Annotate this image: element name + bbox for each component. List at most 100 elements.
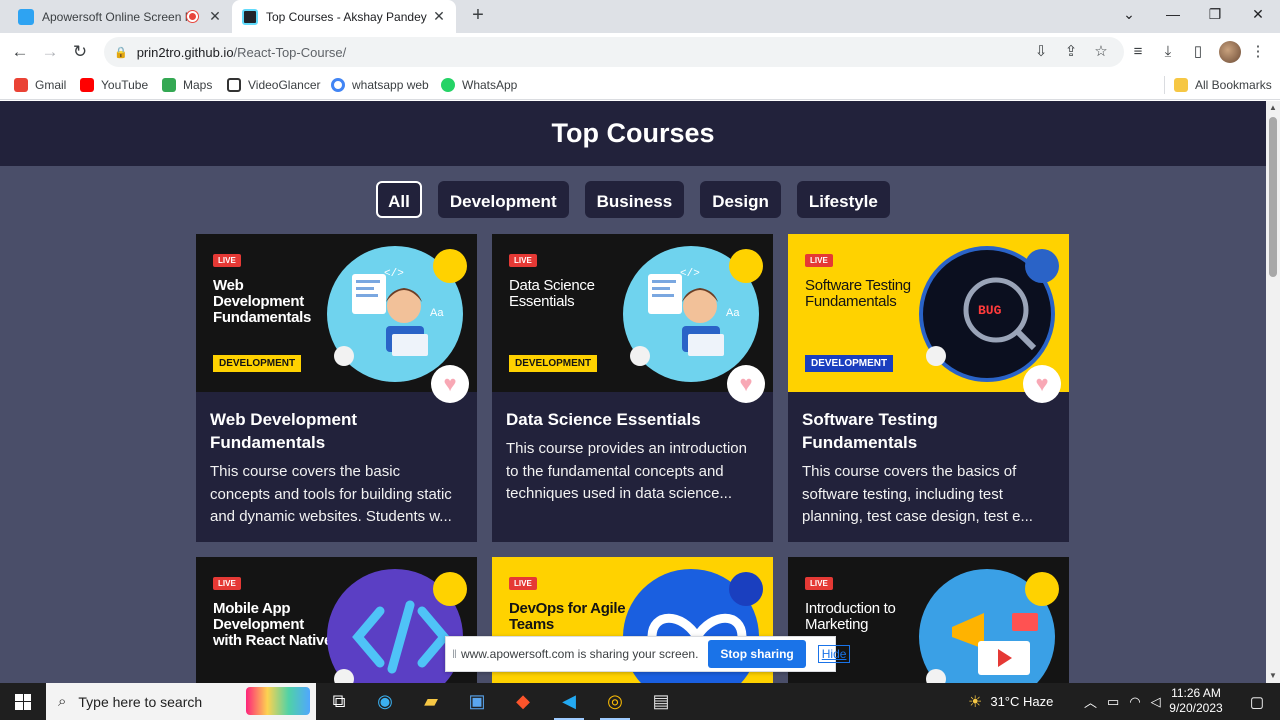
scroll-thumb[interactable] [1269,117,1277,277]
lock-icon[interactable]: 🔒 [114,46,128,59]
thumbnail-title: Web Development Fundamentals [213,277,312,326]
filter-lifestyle[interactable]: Lifestyle [796,181,890,218]
like-heart-icon[interactable]: ♥ [727,365,765,403]
course-description: This course covers the basic concepts an… [210,463,452,525]
weather-text: 31°C Haze [990,694,1054,709]
task-view-icon[interactable]: ⧉ [316,683,362,720]
like-heart-icon[interactable]: ♥ [431,365,469,403]
tab-title: Top Courses - Akshay Pandey [266,9,427,24]
scroll-down-arrow-icon[interactable]: ▼ [1266,669,1280,683]
like-heart-icon[interactable]: ♥ [1023,365,1061,403]
filter-design[interactable]: Design [700,181,781,218]
filter-business[interactable]: Business [584,181,685,218]
brave-icon[interactable]: ◆ [500,683,546,720]
bookmark-label: All Bookmarks [1195,78,1272,92]
notifications-icon[interactable]: ▢ [1234,683,1280,720]
search-highlight-decoration [246,687,310,715]
scroll-up-arrow-icon[interactable]: ▲ [1266,101,1280,115]
chrome-icon[interactable]: ◎ [592,683,638,720]
vscode-icon[interactable]: ◀ [546,683,592,720]
share-icon[interactable]: ⇪ [1060,41,1082,63]
profile-avatar[interactable] [1219,41,1241,63]
course-card[interactable]: LIVE Software Testing Fundamentals DEVEL… [788,234,1069,542]
youtube-icon [80,78,94,92]
videoglancer-icon [227,78,241,92]
address-bar[interactable]: 🔒 prin2tro.github.io/React-Top-Course/ [104,37,1124,67]
tab-title: Apowersoft Online Screen Re [42,9,187,24]
new-tab-button[interactable]: + [466,4,490,27]
course-description: This course covers the basics of softwar… [802,463,1033,525]
course-thumbnail: LIVE Data Science Essentials DEVELOPMENT… [492,234,773,403]
tab-apowersoft[interactable]: Apowersoft Online Screen Re ✕ [8,0,232,33]
taskbar-clock[interactable]: 11:26 AM 9/20/2023 [1160,686,1232,716]
install-app-icon[interactable]: ⇩ [1030,41,1052,63]
bookmark-maps[interactable]: Maps [162,76,212,94]
close-window-button[interactable]: ✕ [1237,0,1279,30]
reload-button[interactable]: ↻ [68,40,92,64]
category-tag: DEVELOPMENT [805,355,894,372]
search-placeholder: Type here to search [78,693,203,710]
hide-link[interactable]: Hide [817,645,851,663]
edge-icon[interactable]: ◉ [362,683,408,720]
live-badge: LIVE [805,254,833,267]
course-card[interactable]: LIVE Data Science Essentials DEVELOPMENT… [492,234,773,542]
tab-search-icon[interactable]: ⌄ [1108,0,1150,30]
file-explorer-icon[interactable]: ▰ [408,683,454,720]
course-card[interactable]: LIVE Mobile App Development with React N… [196,557,477,683]
close-tab-icon[interactable]: ✕ [208,8,222,25]
bookmark-videoglancer[interactable]: VideoGlancer [227,76,321,94]
course-thumbnail: LIVE Mobile App Development with React N… [196,557,477,683]
wifi-icon[interactable]: ◠ [1129,694,1140,710]
bookmarks-separator [1164,76,1165,94]
weather-widget[interactable]: ☀ 31°C Haze [968,683,1053,720]
reading-list-icon[interactable]: ≡ [1127,41,1149,63]
all-bookmarks[interactable]: All Bookmarks [1174,76,1272,94]
forward-button[interactable]: → [38,40,62,64]
thumbnail-title: Introduction to Marketing [805,600,896,633]
course-title: Data Science Essentials [506,410,701,429]
menu-kebab-icon[interactable]: ⋮ [1247,41,1269,63]
category-filters: All Development Business Design Lifestyl… [0,181,1266,218]
drag-handle-icon[interactable]: ‖ [452,647,457,661]
bookmark-label: YouTube [101,78,149,92]
illustration-dot [334,346,354,366]
downloads-icon[interactable]: ⤓ [1157,41,1179,63]
whatsapp-icon [441,78,455,92]
page-scrollbar[interactable]: ▲ ▼ [1266,101,1280,683]
minimize-button[interactable]: — [1152,0,1194,30]
bookmark-star-icon[interactable]: ☆ [1090,41,1112,63]
bookmark-youtube[interactable]: YouTube [80,76,148,94]
live-badge: LIVE [213,577,241,590]
screen-sharing-bar: ‖ www.apowersoft.com is sharing your scr… [445,636,851,672]
taskbar-search-box[interactable]: ⌕ Type here to search [46,683,316,720]
close-tab-icon[interactable]: ✕ [432,8,446,25]
course-description: This course provides an introduction to … [506,440,747,502]
page-header: Top Courses [0,101,1266,166]
tab-top-courses[interactable]: Top Courses - Akshay Pandey ✕ [232,0,456,33]
stop-sharing-button[interactable]: Stop sharing [708,640,806,668]
react-favicon-icon [242,8,258,25]
bookmark-whatsapp[interactable]: WhatsApp [441,76,517,94]
thumbnail-title: DevOps for Agile Teams [509,600,626,633]
app-flag-icon[interactable]: ▤ [638,683,684,720]
browser-toolbar: ← → ↻ 🔒 prin2tro.github.io/React-Top-Cou… [0,33,1280,70]
weather-haze-icon: ☀ [968,693,983,711]
course-card[interactable]: LIVE Web Development Fundamentals DEVELO… [196,234,477,542]
bookmark-whatsapp-web[interactable]: whatsapp web [331,76,429,94]
illustration-dot [926,669,946,683]
live-badge: LIVE [805,577,833,590]
filter-development[interactable]: Development [437,181,569,218]
start-button[interactable] [0,683,46,720]
filter-all[interactable]: All [376,181,422,218]
live-badge: LIVE [509,577,537,590]
maximize-button[interactable]: ❐ [1194,0,1236,30]
show-hidden-icons-icon[interactable]: ︿ [1084,692,1097,711]
windows-taskbar: ⌕ Type here to search ⧉ ◉ ▰ ▣ ◆ ◀ ◎ ▤ ☀ … [0,683,1280,720]
microsoft-store-icon[interactable]: ▣ [454,683,500,720]
recording-icon [187,11,198,22]
side-panel-icon[interactable]: ▯ [1187,41,1209,63]
bookmark-gmail[interactable]: Gmail [14,76,66,94]
search-icon: ⌕ [58,693,67,710]
back-button[interactable]: ← [8,40,32,64]
battery-icon[interactable]: ▭ [1107,694,1119,710]
